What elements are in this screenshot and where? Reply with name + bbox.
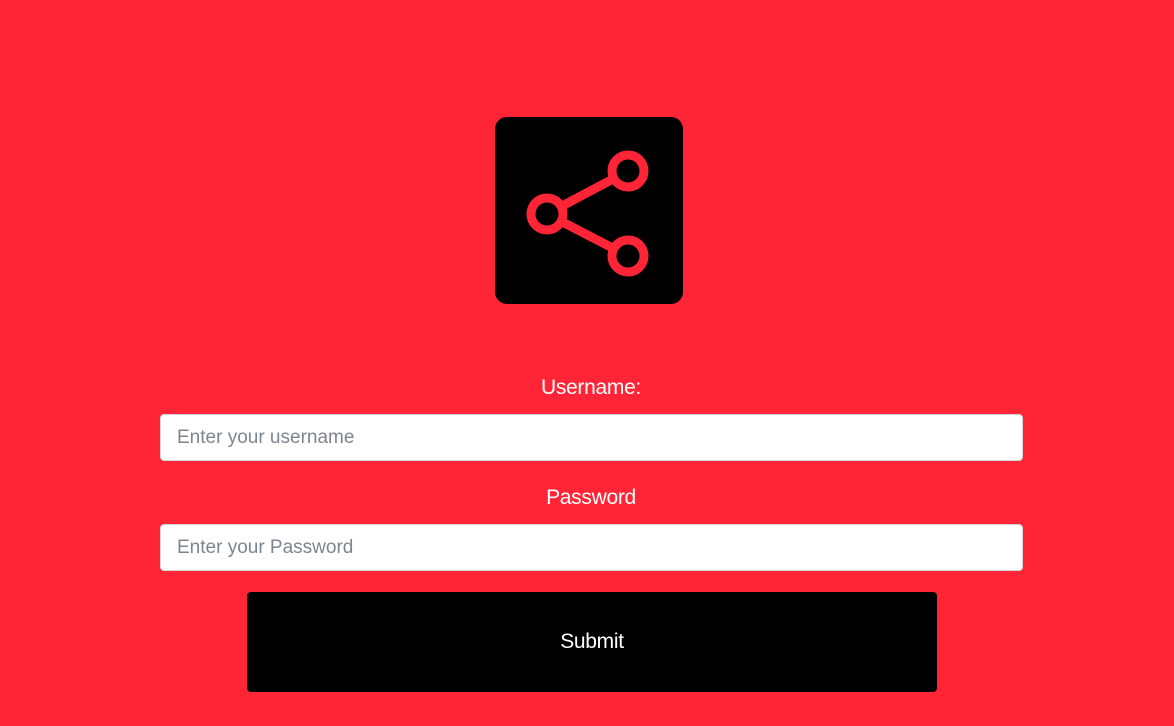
username-input[interactable]: [160, 414, 1023, 461]
password-input[interactable]: [160, 524, 1023, 571]
username-label: Username:: [540, 376, 641, 399]
submit-button[interactable]: Submit: [247, 592, 937, 692]
login-form: Username: Password Submit: [0, 0, 1174, 726]
password-label: Password: [546, 486, 636, 509]
